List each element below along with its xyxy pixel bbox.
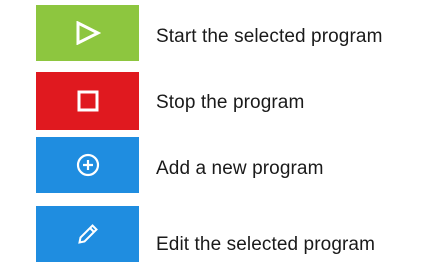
legend-row-stop: Stop the program [36, 72, 304, 130]
start-button[interactable] [36, 5, 139, 61]
stop-icon [77, 90, 99, 112]
stop-button[interactable] [36, 72, 139, 130]
add-program-button-description: Add a new program [156, 158, 324, 179]
edit-program-button[interactable] [36, 206, 139, 262]
edit-program-button-description: Edit the selected program [156, 234, 376, 255]
play-icon [75, 21, 101, 45]
start-button-description: Start the selected program [156, 26, 383, 47]
add-program-button[interactable] [36, 137, 139, 193]
stop-button-description: Stop the program [156, 92, 305, 113]
legend-row-edit: Edit the selected program [36, 206, 375, 262]
add-circle-icon [76, 153, 100, 177]
pencil-icon [76, 222, 100, 246]
legend-row-add: Add a new program [36, 137, 324, 193]
legend-row-start: Start the selected program [36, 5, 383, 61]
button-legend: Start the selected program Stop the prog… [0, 0, 439, 262]
